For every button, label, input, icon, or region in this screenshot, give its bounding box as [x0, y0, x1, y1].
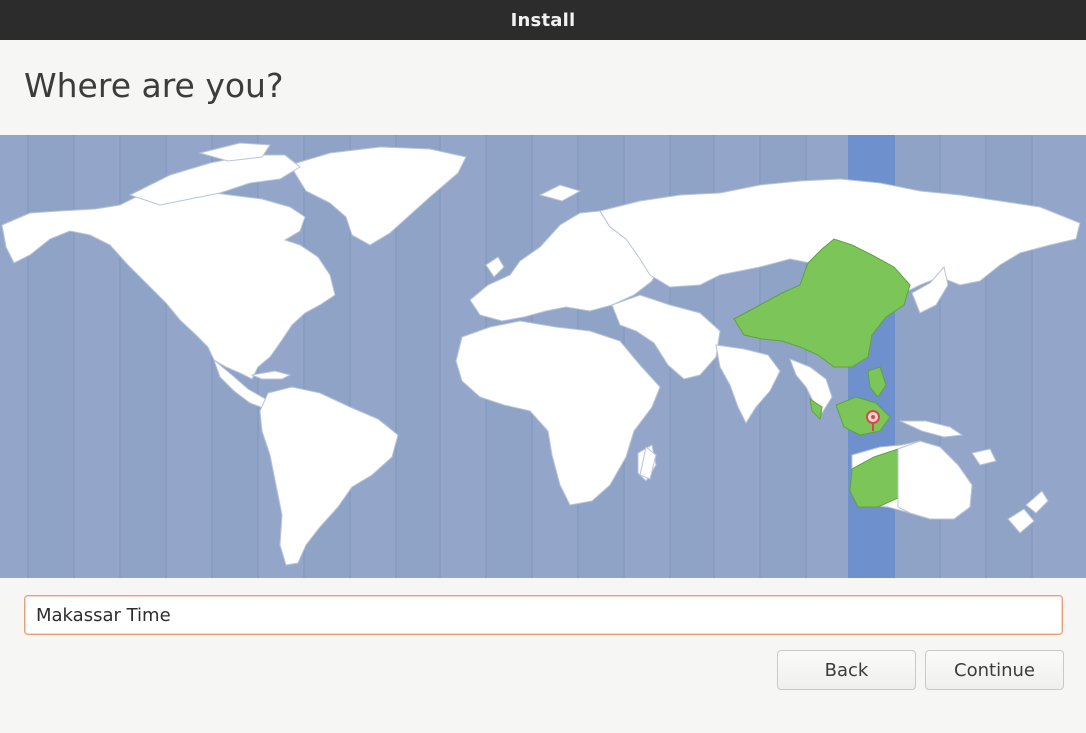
back-button-label: Back — [824, 659, 869, 681]
page-title: Where are you? — [24, 66, 284, 105]
continue-button[interactable]: Continue — [925, 650, 1064, 690]
timezone-input[interactable] — [24, 595, 1063, 635]
continue-button-label: Continue — [954, 659, 1035, 681]
title-bar: Install — [0, 0, 1086, 40]
timezone-map[interactable] — [0, 135, 1086, 578]
window-title: Install — [510, 9, 576, 31]
back-button[interactable]: Back — [777, 650, 916, 690]
